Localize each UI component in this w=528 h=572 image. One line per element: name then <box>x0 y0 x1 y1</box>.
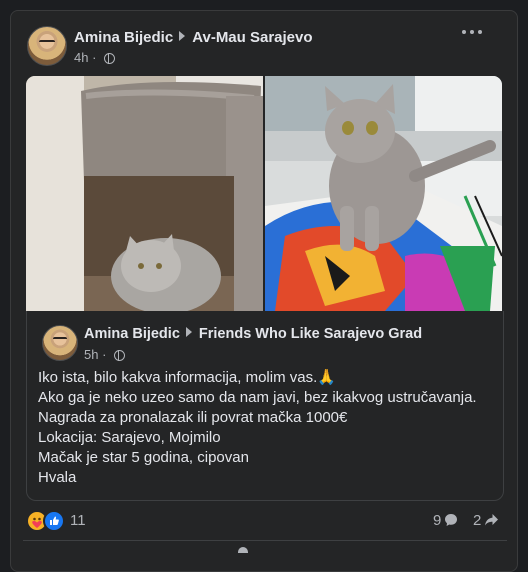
comment-icon <box>444 513 458 526</box>
photo-cat-tree[interactable] <box>26 76 263 311</box>
shared-author-name[interactable]: Amina Bijedic <box>84 326 180 342</box>
arrow-right-icon <box>179 31 186 41</box>
globe-icon <box>114 350 126 361</box>
post-header-names: Amina Bijedic Av-Mau Sarajevo <box>74 29 313 46</box>
post-meta: 4h · <box>74 50 116 65</box>
arrow-right-icon <box>185 327 192 337</box>
reactions-bar: 11 9 2 <box>23 508 507 532</box>
action-bar-icon-peek <box>238 547 248 553</box>
post-text-line: Iko ista, bilo kakva informacija, molim … <box>38 369 336 386</box>
post-text-line: Lokacija: Sarajevo, Mojmilo <box>38 429 221 446</box>
photo-cat-painting[interactable] <box>265 76 502 311</box>
action-divider <box>23 540 507 541</box>
post-time[interactable]: 4h <box>74 50 88 65</box>
shared-group-name[interactable]: Friends Who Like Sarajevo Grad <box>199 326 422 342</box>
shared-author-avatar[interactable] <box>42 325 78 361</box>
comment-count[interactable]: 9 <box>433 512 441 529</box>
shared-post-time[interactable]: 5h <box>84 347 98 362</box>
reaction-count[interactable]: 11 <box>70 512 86 529</box>
share-icon <box>484 513 499 526</box>
post-text-line: Mačak je star 5 godina, cipovan <box>38 449 249 466</box>
post-text-line: Ako ga je neko uzeo samo da nam javi, be… <box>38 389 477 406</box>
shared-header-names: Amina Bijedic Friends Who Like Sarajevo G… <box>84 326 422 342</box>
shared-post-text: Iko ista, bilo kakva informacija, molim … <box>38 368 477 488</box>
shared-post-meta: 5h · <box>84 347 126 362</box>
author-name[interactable]: Amina Bijedic <box>74 29 173 46</box>
post-text-line: Nagrada za pronalazak ili povrat mačka 1… <box>38 409 348 426</box>
author-avatar[interactable] <box>27 26 67 66</box>
group-name[interactable]: Av-Mau Sarajevo <box>192 29 312 46</box>
avatar-glasses <box>53 337 67 342</box>
share-count[interactable]: 2 <box>473 512 481 529</box>
post-text-line: Hvala <box>38 469 77 486</box>
avatar-glasses <box>39 39 55 46</box>
more-options-icon[interactable] <box>462 28 484 36</box>
globe-icon <box>104 53 116 64</box>
like-reaction-icon[interactable] <box>43 510 65 532</box>
